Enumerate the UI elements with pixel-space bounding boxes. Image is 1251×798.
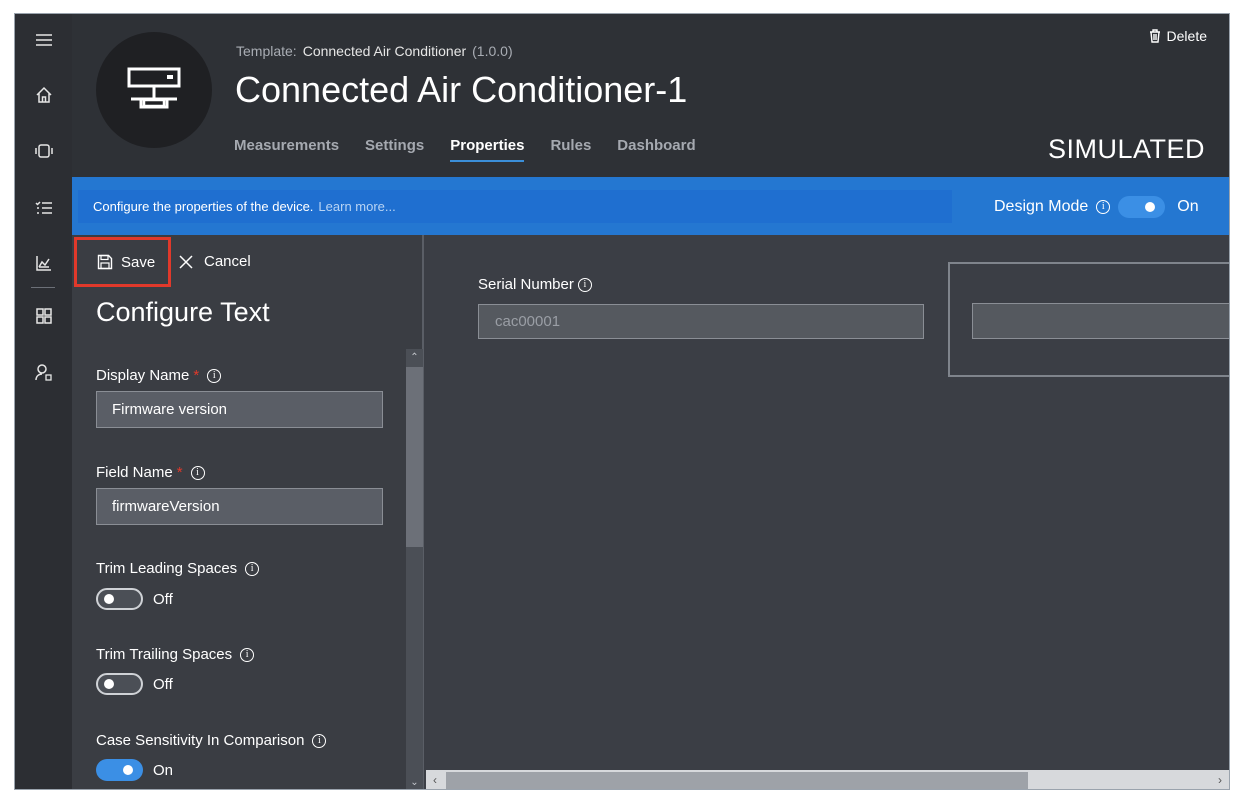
tab-properties[interactable]: Properties	[450, 137, 525, 162]
tab-rules[interactable]: Rules	[550, 137, 591, 162]
panel-scrollbar[interactable]: ⌃ ⌄	[406, 349, 423, 789]
scroll-up-icon[interactable]: ⌃	[406, 349, 423, 366]
save-label: Save	[121, 253, 156, 271]
rules-list-icon[interactable]	[15, 188, 72, 228]
close-icon	[179, 254, 193, 269]
hamburger-icon[interactable]	[15, 20, 72, 60]
trim-trailing-toggle[interactable]	[96, 673, 143, 695]
display-name-field[interactable]: Firmware version	[96, 391, 383, 428]
trim-leading-label: Trim Leading Spaces i	[96, 560, 260, 577]
field-name-label-text: Field Name	[96, 464, 173, 481]
home-icon[interactable]	[15, 75, 72, 115]
analytics-icon[interactable]	[15, 243, 72, 283]
case-sensitivity-label-text: Case Sensitivity In Comparison	[96, 732, 305, 749]
info-message: Configure the properties of the device. …	[78, 190, 952, 223]
scrollbar-thumb[interactable]	[446, 772, 1028, 789]
design-mode-state: On	[1177, 198, 1199, 215]
serial-number-label-text: Serial Number	[478, 276, 574, 293]
trim-trailing-label-text: Trim Trailing Spaces	[96, 646, 233, 663]
scrollbar-thumb[interactable]	[406, 367, 423, 547]
scroll-down-icon[interactable]: ⌄	[406, 774, 423, 789]
tab-settings[interactable]: Settings	[365, 137, 424, 162]
case-sensitivity-label: Case Sensitivity In Comparison i	[96, 732, 327, 749]
scroll-left-icon[interactable]: ‹	[426, 770, 444, 789]
configure-panel: Save Cancel Configure Text Display Name *…	[72, 235, 424, 789]
panel-title: Configure Text	[96, 297, 270, 327]
save-icon	[97, 254, 113, 270]
learn-more-link[interactable]: Learn more...	[318, 199, 395, 214]
canvas-scrollbar[interactable]: ‹ ›	[426, 770, 1229, 789]
template-version: (1.0.0)	[472, 43, 513, 59]
tab-measurements[interactable]: Measurements	[234, 137, 339, 162]
trim-leading-row: Off	[96, 588, 173, 610]
serial-number-field[interactable]: cac00001	[478, 304, 924, 339]
template-name[interactable]: Connected Air Conditioner	[303, 43, 466, 59]
simulated-status: SIMULATED	[1047, 134, 1205, 164]
case-sensitivity-state: On	[153, 761, 174, 779]
cancel-button[interactable]: Cancel	[178, 253, 251, 270]
display-name-label: Display Name * i	[96, 367, 222, 384]
info-message-text: Configure the properties of the device.	[93, 199, 314, 214]
template-info: Template: Connected Air Conditioner (1.0.0…	[236, 43, 513, 59]
required-mark: *	[176, 464, 183, 481]
toggle-knob	[1145, 202, 1156, 212]
user-admin-icon[interactable]	[15, 352, 72, 392]
toggle-knob	[104, 594, 114, 604]
template-label: Template:	[236, 43, 297, 59]
dashboard-grid-icon[interactable]	[15, 296, 72, 336]
scroll-right-icon[interactable]: ›	[1211, 770, 1229, 789]
tab-dashboard[interactable]: Dashboard	[617, 137, 695, 162]
trash-icon	[1149, 29, 1160, 43]
devices-icon[interactable]	[15, 131, 72, 171]
property-tile[interactable]	[948, 262, 1229, 377]
info-icon[interactable]: i	[207, 369, 222, 384]
app-window: Template: Connected Air Conditioner (1.0.0…	[14, 13, 1230, 790]
info-icon[interactable]: i	[245, 562, 260, 577]
delete-button[interactable]: Delete	[1149, 28, 1207, 44]
info-icon[interactable]: i	[1096, 200, 1111, 214]
info-icon[interactable]: i	[312, 734, 327, 749]
trim-leading-label-text: Trim Leading Spaces	[96, 560, 238, 577]
device-header: Template: Connected Air Conditioner (1.0.0…	[72, 14, 1229, 177]
required-mark: *	[193, 367, 200, 384]
left-nav-rail	[15, 14, 72, 789]
trim-trailing-label: Trim Trailing Spaces i	[96, 646, 255, 663]
display-name-label-text: Display Name	[96, 367, 190, 384]
delete-label: Delete	[1166, 28, 1207, 44]
case-sensitivity-row: On	[96, 759, 173, 781]
tile-input-field[interactable]	[972, 303, 1229, 339]
case-sensitivity-toggle[interactable]	[96, 759, 143, 781]
properties-canvas: Serial Number i cac00001 ‹ ›	[426, 235, 1229, 789]
design-mode-label: Design Mode	[994, 198, 1089, 215]
field-name-field[interactable]: firmwareVersion	[96, 488, 383, 525]
design-mode-toggle[interactable]	[1118, 196, 1166, 218]
info-icon[interactable]: i	[577, 278, 592, 293]
info-icon[interactable]: i	[240, 648, 255, 663]
info-bar: Configure the properties of the device. …	[72, 177, 1229, 235]
trim-trailing-state: Off	[153, 675, 173, 693]
device-monitor-icon	[127, 67, 181, 109]
device-title: Connected Air Conditioner-1	[235, 69, 688, 110]
rail-divider	[31, 287, 55, 288]
serial-number-label: Serial Number i	[478, 276, 592, 293]
field-name-label: Field Name * i	[96, 464, 205, 481]
device-avatar	[96, 32, 212, 148]
cancel-label: Cancel	[204, 253, 251, 270]
save-button[interactable]: Save	[74, 237, 171, 287]
toggle-knob	[123, 765, 133, 775]
info-icon[interactable]: i	[190, 466, 205, 481]
design-mode-control: Design Mode i On	[994, 196, 1199, 218]
toggle-knob	[104, 679, 114, 689]
trim-leading-state: Off	[153, 590, 173, 608]
trim-trailing-row: Off	[96, 673, 173, 695]
trim-leading-toggle[interactable]	[96, 588, 143, 610]
device-tabs: Measurements Settings Properties Rules D…	[234, 137, 722, 162]
